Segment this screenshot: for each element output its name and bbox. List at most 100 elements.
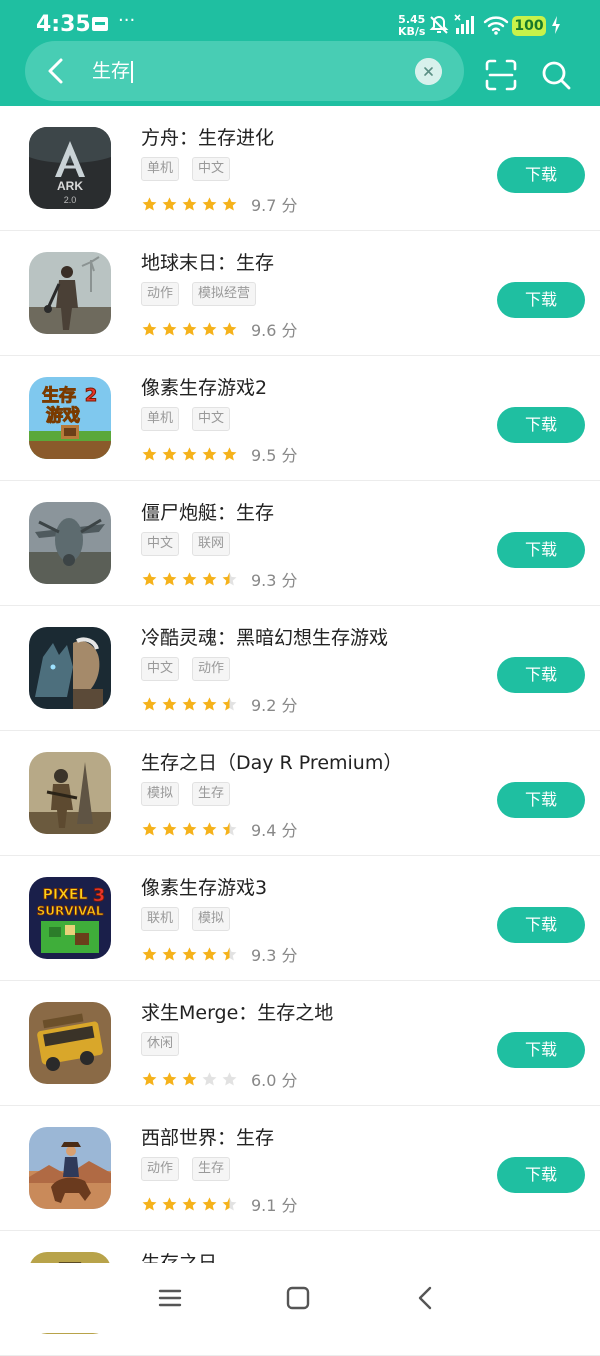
app-title[interactable]: 僵尸炮艇：生存 [141, 498, 274, 525]
star-full-icon [182, 1071, 197, 1085]
app-row[interactable]: 生存 2 游戏 像素生存游戏2 单机 中文 9.5 分 下载 [0, 356, 600, 481]
rating-score: 9.7 分 [251, 196, 298, 215]
rating-score: 9.5 分 [251, 446, 298, 465]
app-title[interactable]: 像素生存游戏2 [141, 373, 267, 400]
rating: 6.0 分 [141, 1067, 298, 1090]
scan-icon[interactable] [484, 58, 518, 92]
app-title[interactable]: 西部世界：生存 [141, 1123, 274, 1150]
rating-score: 6.0 分 [251, 1071, 298, 1090]
system-nav-bar [0, 1263, 600, 1333]
tag: 模拟 [141, 782, 180, 806]
ark-version-text: 2.0 [64, 195, 77, 205]
search-icon[interactable] [539, 58, 573, 92]
star-empty-icon [222, 1071, 237, 1085]
wifi-icon [483, 16, 509, 35]
tag-list: 模拟 生存 [141, 782, 243, 806]
charging-icon [552, 16, 560, 34]
star-full-icon [182, 196, 197, 210]
star-full-icon [162, 1071, 177, 1085]
app-title[interactable]: 求生Merge：生存之地 [141, 998, 333, 1025]
star-full-icon [142, 1196, 157, 1210]
download-button[interactable]: 下载 [497, 407, 585, 443]
tag-list: 单机 中文 [141, 407, 243, 431]
app-title[interactable]: 方舟：生存进化 [141, 123, 274, 150]
menu-icon[interactable] [157, 1285, 183, 1311]
text-caret [131, 60, 134, 83]
pixel3-logo-text-a: PIXEL [43, 887, 88, 903]
app-row[interactable]: 西部世界：生存 动作 生存 9.1 分 下载 [0, 1106, 600, 1231]
tag-list: 中文 动作 [141, 657, 243, 681]
tag-list: 单机 中文 [141, 157, 243, 181]
star-full-icon [162, 321, 177, 335]
app-row[interactable]: 冷酷灵魂：黑暗幻想生存游戏 中文 动作 9.2 分 下载 [0, 606, 600, 731]
app-title[interactable]: 冷酷灵魂：黑暗幻想生存游戏 [141, 623, 388, 650]
ark-icon: ARK 2.0 [29, 127, 111, 209]
download-button[interactable]: 下载 [497, 782, 585, 818]
download-button[interactable]: 下载 [497, 157, 585, 193]
star-full-icon [142, 1071, 157, 1085]
download-button[interactable]: 下载 [497, 1157, 585, 1193]
rating-score: 9.6 分 [251, 321, 298, 340]
tag: 生存 [192, 1157, 231, 1181]
download-button[interactable]: 下载 [497, 657, 585, 693]
star-full-icon [142, 446, 157, 460]
star-full-icon [222, 196, 237, 210]
app-title[interactable]: 生存之日（Day R Premium） [141, 748, 402, 775]
download-button[interactable]: 下载 [497, 907, 585, 943]
star-full-icon [162, 446, 177, 460]
tag-list: 中文 联网 [141, 532, 243, 556]
download-button[interactable]: 下载 [497, 532, 585, 568]
pixel3-logo-text-b: SURVIVAL [37, 904, 104, 918]
rating: 9.4 分 [141, 817, 298, 840]
day-r-icon [29, 752, 111, 834]
star-full-icon [202, 571, 217, 585]
rating: 9.7 分 [141, 192, 298, 215]
star-full-icon [202, 1196, 217, 1210]
tag: 模拟 [192, 907, 231, 931]
clear-search-icon[interactable] [415, 58, 442, 85]
pixel2-logo-number: 2 [85, 385, 98, 406]
download-button[interactable]: 下载 [497, 282, 585, 318]
rating-score: 9.3 分 [251, 946, 298, 965]
cowboy-icon [29, 1127, 111, 1209]
back-arrow-icon[interactable] [40, 54, 74, 88]
home-icon[interactable] [285, 1285, 311, 1311]
tag-list: 动作 模拟经营 [141, 282, 269, 306]
tag: 动作 [141, 1157, 180, 1181]
survivor-icon [29, 252, 111, 334]
app-row[interactable]: 地球末日：生存 动作 模拟经营 9.6 分 下载 [0, 231, 600, 356]
star-full-icon [202, 696, 217, 710]
tag: 中文 [192, 407, 231, 431]
status-time: 4:35 [36, 12, 91, 37]
back-icon[interactable] [413, 1285, 439, 1311]
gunship-icon [29, 502, 111, 584]
app-title[interactable]: 像素生存游戏3 [141, 873, 267, 900]
star-full-icon [222, 321, 237, 335]
search-input[interactable]: 生存 [92, 57, 392, 85]
star-full-icon [142, 821, 157, 835]
app-row[interactable]: ARK 2.0 方舟：生存进化 单机 中文 9.7 分 下载 [0, 106, 600, 231]
download-button[interactable]: 下载 [497, 1032, 585, 1068]
mute-bell-icon [429, 15, 449, 34]
more-notifications-icon: ··· [118, 10, 136, 31]
star-full-icon [142, 571, 157, 585]
tag-list: 联机 模拟 [141, 907, 243, 931]
wolf-warrior-icon [29, 627, 111, 709]
star-full-icon [162, 196, 177, 210]
rating: 9.3 分 [141, 567, 298, 590]
star-full-icon [202, 946, 217, 960]
app-title[interactable]: 地球末日：生存 [141, 248, 274, 275]
signal-icon [454, 14, 474, 34]
rating-score: 9.2 分 [251, 696, 298, 715]
net-speed: 5.45 KB/s [398, 14, 425, 38]
tag: 联机 [141, 907, 180, 931]
rating: 9.5 分 [141, 442, 298, 465]
app-row[interactable]: 求生Merge：生存之地 休闲 6.0 分 下载 [0, 981, 600, 1106]
star-full-icon [202, 821, 217, 835]
tag: 单机 [141, 407, 180, 431]
star-full-icon [202, 321, 217, 335]
app-row[interactable]: PIXEL SURVIVAL 3 像素生存游戏3 联机 模拟 9.3 分 下载 [0, 856, 600, 981]
app-row[interactable]: 生存之日（Day R Premium） 模拟 生存 9.4 分 下载 [0, 731, 600, 856]
star-full-icon [182, 946, 197, 960]
app-row[interactable]: 僵尸炮艇：生存 中文 联网 9.3 分 下载 [0, 481, 600, 606]
